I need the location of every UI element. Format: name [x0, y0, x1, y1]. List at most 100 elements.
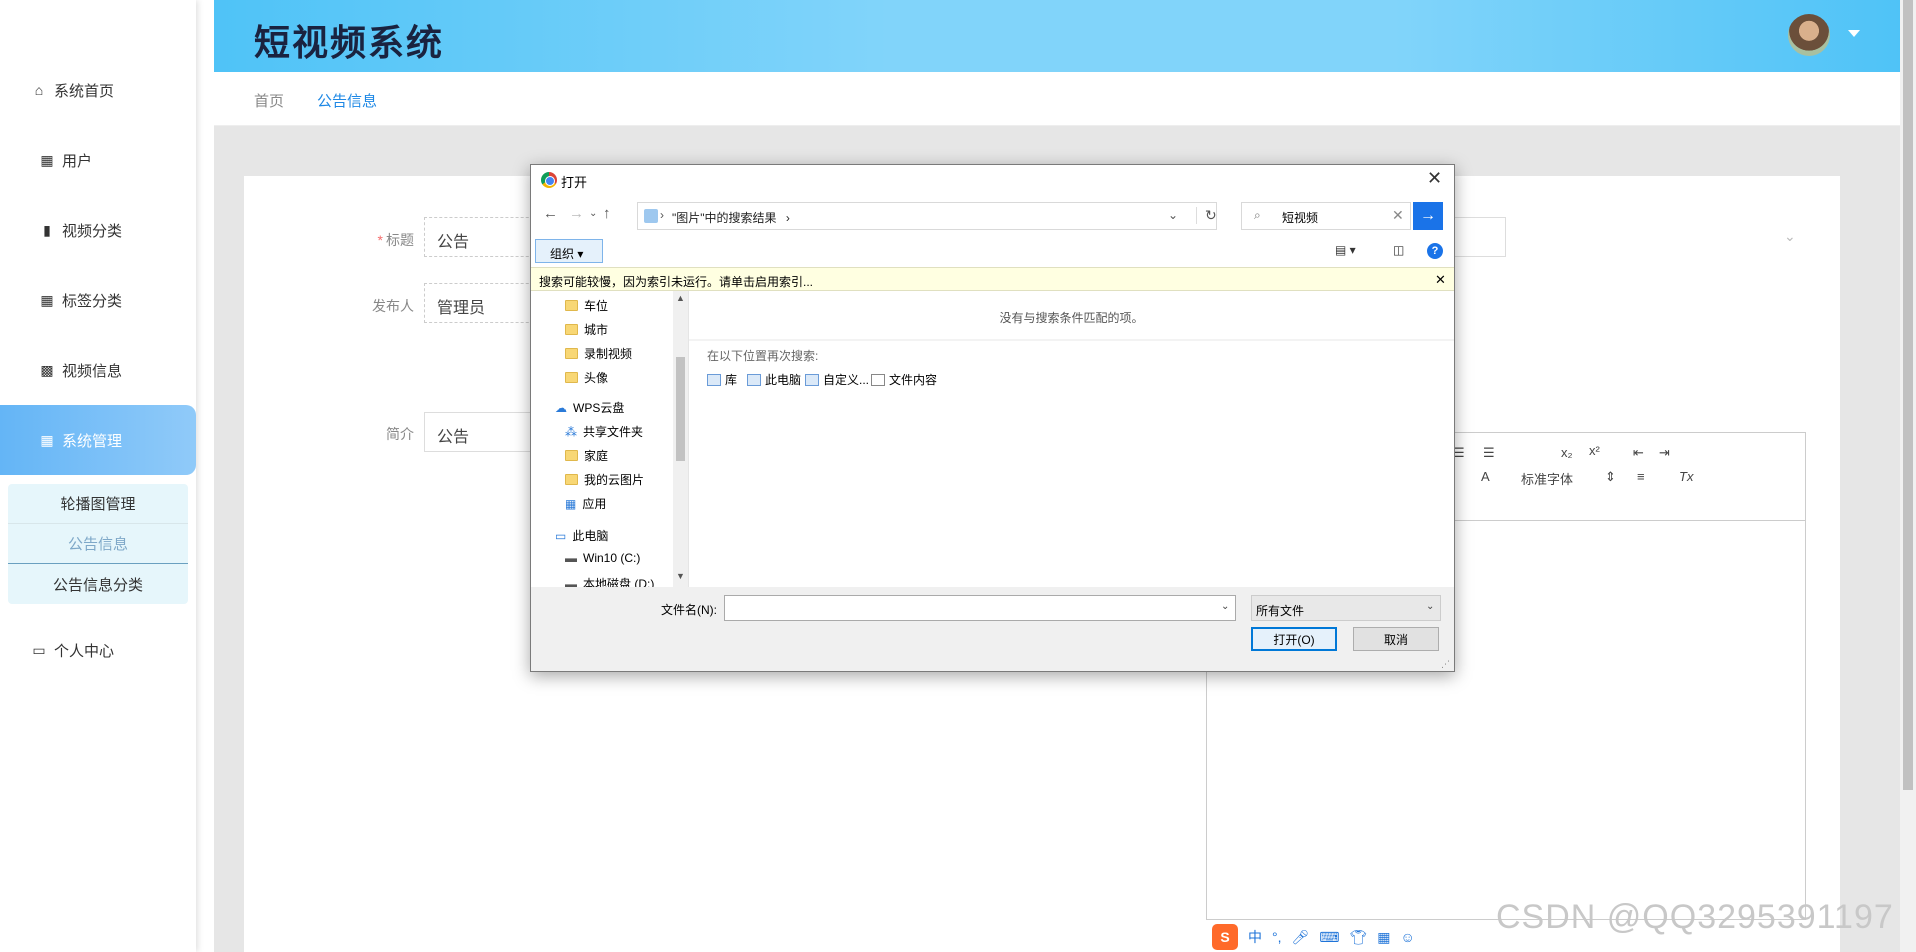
search-input[interactable]: ⌕ 短视频 ✕ [1241, 202, 1411, 230]
avatar[interactable] [1788, 14, 1830, 56]
search-icon: ⌕ [1254, 208, 1261, 222]
sidebar-item-label: 视频分类 [62, 222, 123, 240]
search-go-button[interactable]: → [1413, 202, 1443, 230]
indent-icon[interactable]: ⇥ [1659, 445, 1670, 461]
tree-item[interactable]: 家庭 [565, 447, 608, 464]
preview-pane-icon[interactable]: ◫ [1393, 243, 1404, 257]
scrollbar-thumb[interactable] [676, 357, 685, 461]
scroll-down-icon[interactable]: ▼ [676, 571, 685, 581]
chevron-down-icon[interactable]: ⌄ [1784, 228, 1796, 245]
search-again-file-contents[interactable]: 文件内容 [871, 371, 937, 388]
search-again-library[interactable]: 库 [707, 371, 737, 388]
sidebar-item-home[interactable]: ⌂ 系统首页 [0, 60, 196, 120]
sidebar-item-label: 用户 [62, 152, 93, 170]
tree-item[interactable]: ☁ WPS云盘 [555, 399, 624, 416]
bullet-list-icon[interactable]: ☰ [1483, 445, 1495, 461]
tree-item[interactable]: ▬ 本地磁盘 (D:) [565, 575, 654, 588]
resize-grip-icon[interactable]: ⋰ [1441, 659, 1450, 670]
navigation-tree: 车位 城市 录制视频 头像 ☁ WPS云盘 ⁂ 共享文件夹 家庭 我的云图片 ▦ 应用… [531, 291, 689, 587]
address-path: "图片"中的搜索结果 [672, 211, 777, 225]
forward-icon[interactable]: → [569, 205, 584, 222]
tree-item[interactable]: ▭ 此电脑 [555, 527, 608, 544]
sidebar-item-tag-category[interactable]: ▦ 标签分类 [0, 270, 196, 330]
microphone-icon[interactable]: 🎤︎ [1292, 929, 1310, 946]
emoji-icon[interactable]: ☺ [1401, 929, 1415, 945]
sidebar-item-label: 系统首页 [54, 82, 115, 100]
scroll-up-icon[interactable]: ▲ [676, 293, 685, 303]
dialog-footer: 文件名(N): ⌄ 所有文件 ⌄ 打开(O) 取消 [531, 587, 1454, 671]
subscript-icon[interactable]: x₂ [1561, 445, 1573, 460]
punctuation-icon[interactable]: °, [1272, 929, 1282, 945]
index-info-bar[interactable]: 搜索可能较慢，因为索引未运行。请单击启用索引... ✕ [531, 267, 1454, 291]
chevron-down-icon[interactable]: ⌄ [1168, 208, 1178, 222]
address-bar[interactable]: › "图片"中的搜索结果 › ⌄ ↻ [637, 202, 1217, 230]
search-again-label: 在以下位置再次搜索: [707, 349, 819, 363]
sidebar-item-video-info[interactable]: ▩ 视频信息 [0, 340, 196, 400]
title-input[interactable]: 公告 [424, 217, 544, 257]
page-scrollbar[interactable] [1900, 0, 1916, 952]
sidebar-item-video-category[interactable]: ▮ 视频分类 [0, 200, 196, 260]
keyboard-icon[interactable]: ⌨ [1319, 929, 1339, 946]
ime-toolbar[interactable]: S 中 °, 🎤︎ ⌨ 👕︎ ▦ ☺ [1212, 924, 1415, 950]
ime-mode[interactable]: 中 [1248, 927, 1262, 947]
back-icon[interactable]: ← [543, 205, 558, 222]
book-icon: ▮ [43, 221, 51, 238]
clear-icon[interactable]: ✕ [1392, 207, 1404, 224]
share-icon: ⁂ [565, 424, 577, 439]
publisher-input[interactable]: 管理员 [424, 283, 544, 323]
help-icon[interactable]: ? [1427, 243, 1443, 259]
open-button[interactable]: 打开(O) [1251, 627, 1337, 651]
folder-icon [565, 324, 578, 335]
recent-dropdown-icon[interactable]: ⌄ [589, 208, 597, 219]
results-pane: 没有与搜索条件匹配的项。 在以下位置再次搜索: 库 此电脑 自定义... 文件内… [689, 291, 1454, 587]
sidebar-item-label: 系统管理 [62, 432, 123, 450]
computer-icon [747, 373, 761, 386]
tree-item[interactable]: 我的云图片 [565, 471, 644, 488]
scrollbar-thumb[interactable] [1903, 0, 1913, 790]
filetype-select[interactable]: 所有文件 ⌄ [1251, 595, 1441, 621]
close-icon[interactable]: ✕ [1427, 168, 1442, 189]
tree-item[interactable]: 车位 [565, 297, 608, 314]
info-text[interactable]: 搜索可能较慢，因为索引未运行。请单击启用索引... [539, 275, 813, 289]
tree-item[interactable]: ▦ 应用 [565, 495, 606, 512]
cancel-button[interactable]: 取消 [1353, 627, 1439, 651]
organize-button[interactable]: 组织 ▾ [535, 239, 603, 263]
home-icon: ⌂ [34, 82, 44, 98]
breadcrumb-home[interactable]: 首页 [254, 90, 284, 111]
caret-down-icon[interactable] [1848, 30, 1860, 37]
apps-icon[interactable]: ▦ [1377, 929, 1390, 946]
tree-item[interactable]: 录制视频 [565, 345, 632, 362]
breadcrumb: 首页 公告信息 [214, 72, 1900, 126]
chevron-down-icon[interactable]: ⌄ [1221, 601, 1229, 612]
submenu-item-notice[interactable]: 公告信息 [8, 524, 188, 564]
sidebar-item-system-management[interactable]: ▦ 系统管理 [0, 405, 196, 475]
submenu-item-banner[interactable]: 轮播图管理 [8, 484, 188, 524]
superscript-icon[interactable]: x² [1589, 443, 1600, 458]
intro-input[interactable]: 公告 [424, 412, 544, 452]
tree-scrollbar[interactable]: ▲ ▼ [673, 291, 688, 587]
grid-icon: ▦ [40, 431, 54, 448]
background-color-icon[interactable]: A [1481, 469, 1490, 484]
search-again-this-pc[interactable]: 此电脑 [747, 371, 801, 388]
font-select[interactable]: 标准字体 [1521, 469, 1573, 488]
tree-item[interactable]: ⁂ 共享文件夹 [565, 423, 643, 440]
tree-item[interactable]: ▬ Win10 (C:) [565, 551, 640, 565]
outdent-icon[interactable]: ⇤ [1633, 445, 1644, 461]
grid-icon: ▦ [40, 151, 54, 168]
up-icon[interactable]: ↑ [603, 205, 611, 222]
sidebar-item-personal-center[interactable]: ▭ 个人中心 [0, 620, 196, 680]
sidebar-item-users[interactable]: ▦ 用户 [0, 130, 196, 190]
submenu-item-notice-category[interactable]: 公告信息分类 [8, 564, 188, 604]
tree-item[interactable]: 城市 [565, 321, 608, 338]
clear-format-icon[interactable]: Tx [1679, 469, 1693, 484]
view-options-icon[interactable]: ▤ ▾ [1335, 243, 1356, 257]
align-icon[interactable]: ≡ [1637, 469, 1645, 484]
filename-input[interactable]: ⌄ [724, 595, 1236, 621]
file-open-dialog: 打开 ✕ ← → ⌄ ↑ › "图片"中的搜索结果 › ⌄ ↻ ⌕ 短视频 ✕ … [530, 164, 1455, 672]
skin-icon[interactable]: 👕︎ [1350, 929, 1368, 946]
tree-item[interactable]: 头像 [565, 369, 608, 386]
search-again-custom[interactable]: 自定义... [805, 371, 869, 388]
sidebar-item-label: 视频信息 [62, 362, 123, 380]
close-icon[interactable]: ✕ [1435, 272, 1446, 288]
refresh-icon[interactable]: ↻ [1196, 207, 1217, 224]
